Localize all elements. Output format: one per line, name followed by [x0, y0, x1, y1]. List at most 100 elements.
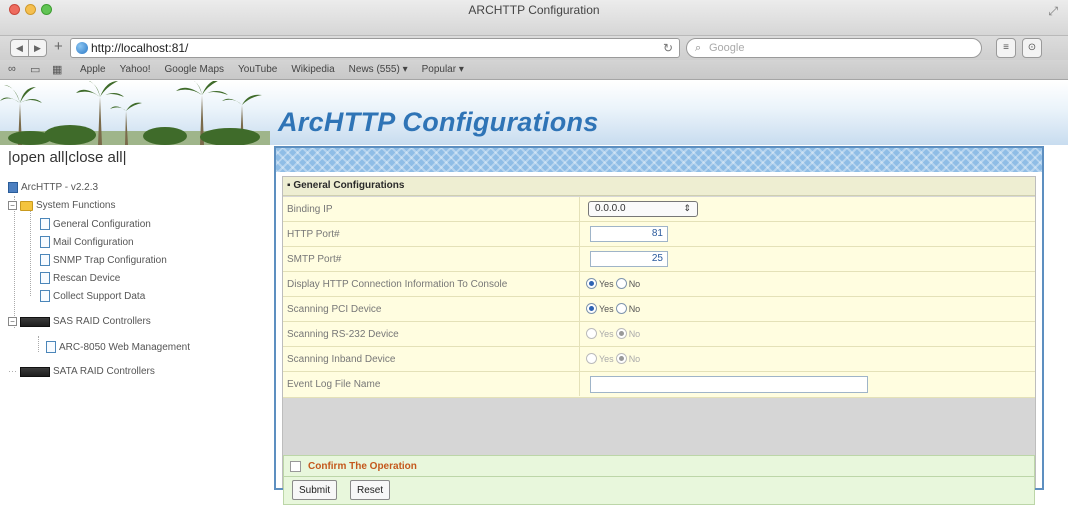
row-display-http: Display HTTP Connection Information To C…: [283, 272, 1035, 297]
scan-inband-yes-radio: [586, 353, 597, 364]
palm-trees-image: [0, 81, 270, 145]
binding-ip-select[interactable]: 0.0.0.0 ⇕: [588, 201, 698, 217]
search-field[interactable]: ⌕ Google: [686, 38, 982, 58]
scan-pci-label: Scanning PCI Device: [287, 304, 382, 315]
tree-item-label: ARC-8050 Web Management: [59, 341, 190, 353]
bookmarks-book-icon[interactable]: ▭: [30, 63, 40, 76]
page-icon: [40, 218, 50, 230]
row-binding-ip: Binding IP 0.0.0.0 ⇕: [283, 197, 1035, 222]
radio-yes-label: Yes: [599, 353, 614, 364]
confirm-checkbox[interactable]: [290, 461, 301, 472]
forward-button[interactable]: ▶: [28, 39, 47, 57]
page-icon: [40, 254, 50, 266]
decorative-header-bar: [276, 148, 1042, 172]
smtp-port-input[interactable]: 25: [590, 251, 668, 267]
raid-controller-icon: [20, 316, 50, 327]
radio-no-label: No: [628, 328, 641, 339]
collapse-icon[interactable]: −: [8, 201, 17, 210]
reader-button[interactable]: ≡: [996, 38, 1016, 58]
smtp-port-label: SMTP Port#: [287, 254, 342, 265]
tree-system-functions-label: System Functions: [36, 200, 116, 211]
binding-ip-label: Binding IP: [287, 204, 333, 215]
submit-button[interactable]: Submit: [292, 480, 338, 500]
fullscreen-icon[interactable]: ⤢: [1048, 4, 1058, 19]
page-icon: [40, 236, 50, 248]
tree-sas-raid-controllers[interactable]: − SAS RAID Controllers: [8, 316, 151, 327]
tree-root[interactable]: ArcHTTP - v2.2.3: [8, 182, 98, 193]
radio-no-label: No: [628, 353, 641, 364]
reading-list-icon[interactable]: ∞: [8, 63, 16, 75]
reload-icon[interactable]: ↻: [663, 41, 673, 55]
raid-controller-icon: [20, 366, 50, 377]
row-smtp-port: SMTP Port# 25: [283, 247, 1035, 272]
tree-item-label: Collect Support Data: [53, 290, 146, 302]
form-header: ▪ General Configurations: [283, 177, 1035, 196]
bookmark-wikipedia[interactable]: Wikipedia: [291, 64, 334, 75]
event-log-input[interactable]: [590, 376, 868, 393]
back-button[interactable]: ◀: [10, 39, 29, 57]
tree-item-label: SNMP Trap Configuration: [53, 254, 167, 266]
globe-icon: [76, 42, 88, 54]
display-http-yes-radio[interactable]: [586, 278, 597, 289]
bookmark-news[interactable]: News (555) ▾: [349, 64, 408, 75]
tree-item-general-configuration[interactable]: General Configuration: [40, 218, 151, 230]
tree-sata-label: SATA RAID Controllers: [53, 366, 155, 377]
tree-sata-raid-controllers[interactable]: ⋯ SATA RAID Controllers: [8, 366, 155, 377]
collapse-icon[interactable]: −: [8, 317, 17, 326]
open-all-link[interactable]: open all: [12, 149, 65, 166]
tree-item-label: Mail Configuration: [53, 236, 134, 248]
close-all-link[interactable]: close all: [68, 149, 122, 166]
bookmark-youtube[interactable]: YouTube: [238, 64, 277, 75]
http-port-input[interactable]: 81: [590, 226, 668, 242]
bookmark-apple[interactable]: Apple: [80, 64, 106, 75]
button-row: Submit Reset: [283, 477, 1035, 505]
radio-yes-label: Yes: [599, 278, 614, 289]
tree-item-arc-8050-web-management[interactable]: ARC-8050 Web Management: [46, 341, 190, 353]
address-bar[interactable]: http://localhost:81/ ↻: [70, 38, 680, 58]
downloads-button[interactable]: ⊙: [1022, 38, 1042, 58]
add-bookmark-icon[interactable]: +: [54, 38, 63, 55]
main-panel: ▪ General Configurations Binding IP 0.0.…: [274, 146, 1044, 505]
form-header-label: General Configurations: [293, 180, 405, 191]
page-content: ArcHTTP Configurations |open all|close a…: [0, 81, 1068, 512]
scan-pci-no-radio[interactable]: [615, 303, 627, 314]
tree-item-snmp-trap-configuration[interactable]: SNMP Trap Configuration: [40, 254, 167, 266]
scan-inband-no-radio: [615, 353, 627, 364]
display-http-label: Display HTTP Connection Information To C…: [287, 279, 508, 290]
scan-rs232-yes-radio: [586, 328, 597, 339]
scan-pci-yes-radio[interactable]: [586, 303, 597, 314]
radio-yes-label: Yes: [599, 328, 614, 339]
scan-rs232-label: Scanning RS-232 Device: [287, 329, 399, 340]
bookmark-google-maps[interactable]: Google Maps: [165, 64, 224, 75]
row-scan-rs232: Scanning RS-232 Device Yes No: [283, 322, 1035, 347]
scan-rs232-no-radio: [615, 328, 627, 339]
page-icon: [46, 341, 56, 353]
search-placeholder: Google: [709, 42, 745, 54]
page-icon: [40, 272, 50, 284]
general-configuration-form: ▪ General Configurations Binding IP 0.0.…: [282, 176, 1036, 505]
reset-button[interactable]: Reset: [350, 480, 391, 500]
scan-inband-label: Scanning Inband Device: [287, 354, 396, 365]
page-title: ArcHTTP Configurations: [278, 107, 599, 137]
confirm-row: Confirm The Operation: [283, 455, 1035, 477]
tree-item-mail-configuration[interactable]: Mail Configuration: [40, 236, 134, 248]
window-title: ARCHTTP Configuration: [468, 3, 600, 17]
url-text[interactable]: http://localhost:81/: [91, 41, 188, 55]
row-event-log: Event Log File Name: [283, 372, 1035, 398]
top-sites-icon[interactable]: ▦: [52, 63, 62, 76]
confirm-label: Confirm The Operation: [308, 461, 417, 472]
browser-titlebar: ARCHTTP Configuration ⤢: [0, 0, 1068, 36]
tree-system-functions[interactable]: − System Functions: [8, 200, 115, 211]
search-icon: ⌕: [695, 42, 702, 54]
binding-ip-value: 0.0.0.0: [595, 203, 626, 214]
display-http-no-radio[interactable]: [615, 278, 627, 289]
tree-item-label: General Configuration: [53, 218, 151, 230]
bookmark-yahoo[interactable]: Yahoo!: [120, 64, 151, 75]
tree-item-rescan-device[interactable]: Rescan Device: [40, 272, 120, 284]
tree-sas-label: SAS RAID Controllers: [53, 316, 151, 327]
browser-toolbar: ◀ ▶ + http://localhost:81/ ↻ ⌕ Google ≡ …: [0, 36, 1068, 60]
server-icon: [8, 182, 18, 193]
bookmark-popular[interactable]: Popular ▾: [422, 64, 464, 75]
open-close-links: |open all|close all|: [8, 149, 127, 166]
tree-item-collect-support-data[interactable]: Collect Support Data: [40, 290, 145, 302]
